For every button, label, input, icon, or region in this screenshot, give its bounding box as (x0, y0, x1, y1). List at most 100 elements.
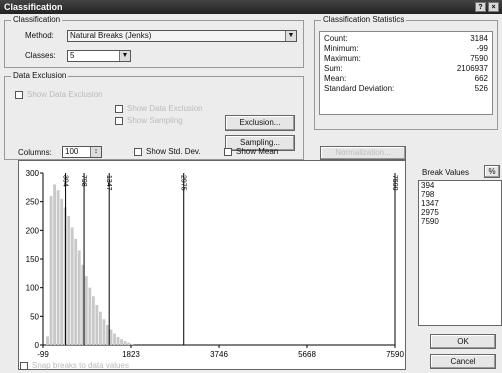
stat-value: 662 (474, 74, 488, 83)
help-button[interactable]: ? (475, 2, 486, 12)
x-tick-label: -99 (37, 350, 49, 359)
classification-group-label: Classification (11, 15, 63, 24)
break-values-label: Break Values (422, 168, 469, 177)
stat-name: Minimum: (324, 44, 359, 53)
option-a-checkbox[interactable] (115, 105, 123, 113)
x-tick-label: 1823 (122, 350, 140, 359)
break-line-label: 1347 (105, 175, 112, 191)
break-value-item[interactable]: 2975 (419, 208, 501, 217)
option-b-label: Show Sampling (127, 116, 183, 125)
break-line-label: 394 (62, 175, 69, 187)
title-bar: Classification ? × (0, 0, 502, 14)
stat-value: -99 (476, 44, 488, 53)
show-excluded-checkbox[interactable] (15, 91, 23, 99)
break-value-item[interactable]: 394 (419, 181, 501, 190)
chevron-down-icon[interactable]: ▼ (285, 31, 296, 41)
x-tick-label: 7590 (386, 350, 404, 359)
option-b-checkbox[interactable] (115, 117, 123, 125)
y-tick-label: 200 (26, 226, 40, 235)
y-tick-label: 100 (26, 284, 40, 293)
stat-value: 7590 (470, 54, 488, 63)
stat-name: Mean: (324, 74, 347, 83)
histogram-bar (56, 190, 60, 345)
stat-value: 2106937 (456, 64, 488, 73)
break-line-label: 2975 (180, 175, 187, 191)
histogram-bar (116, 336, 120, 345)
stat-name: Sum: (324, 64, 343, 73)
stat-name: Count: (324, 34, 348, 43)
break-value-item[interactable]: 798 (419, 190, 501, 199)
stat-name: Maximum: (324, 54, 361, 63)
histogram-bar (127, 342, 131, 345)
histogram-chart[interactable]: 0 50 100 150 200 250 300 -99 1823 3746 5668 7590 394… (18, 160, 406, 370)
histogram-bar (77, 250, 81, 345)
break-line-label: 798 (80, 175, 87, 187)
y-tick-label: 300 (26, 169, 40, 178)
classification-group: Classification Method: Natural Breaks (J… (4, 15, 304, 68)
snap-checkbox[interactable] (20, 362, 28, 370)
stat-value: 526 (474, 84, 488, 93)
chevron-down-icon[interactable]: ▼ (119, 51, 130, 61)
x-tick-label: 3746 (210, 350, 228, 359)
histogram-bar (106, 324, 109, 345)
percent-button[interactable]: % (484, 165, 500, 178)
cancel-button[interactable]: Cancel (430, 354, 496, 369)
y-tick-label: 250 (26, 198, 40, 207)
spinner-arrows-icon[interactable]: ↕ (90, 147, 101, 157)
histogram-bar (113, 333, 116, 345)
statistics-panel: Count: 3184 Minimum: -99 Maximum: 7590 S… (319, 31, 493, 115)
stat-value: 3184 (470, 34, 488, 43)
histogram-bar (60, 198, 64, 345)
histogram-bar (102, 319, 106, 345)
show-mean-checkbox[interactable] (224, 148, 232, 156)
histogram-bar (98, 311, 102, 345)
method-value: Natural Breaks (Jenks) (70, 31, 152, 40)
y-tick-label: 0 (35, 341, 40, 350)
histogram-svg: 0 50 100 150 200 250 300 -99 1823 3746 5668 7590 394… (26, 169, 405, 359)
histogram-bar (123, 340, 127, 345)
columns-spinner[interactable]: 100 ↕ (62, 146, 102, 158)
show-mean-label: Show Mean (236, 147, 279, 156)
method-label: Method: (25, 31, 54, 40)
break-values-list[interactable]: 394 798 1347 2975 7590 (418, 180, 502, 326)
columns-value: 100 (65, 147, 79, 156)
histogram-bar (53, 184, 56, 345)
y-tick-label: 150 (26, 255, 40, 264)
x-tick-label: 5668 (298, 350, 316, 359)
break-line-label: 7590 (391, 175, 398, 191)
option-a-label: Show Data Exclusion (127, 104, 203, 113)
histogram-bar (67, 216, 71, 345)
close-button[interactable]: × (488, 2, 499, 12)
statistics-group-label: Classification Statistics (321, 15, 407, 24)
show-excluded-label: Show Data Exclusion (27, 90, 103, 99)
classification-dialog: Classification ? × Classification Method… (0, 0, 502, 373)
classes-value: 5 (70, 51, 75, 60)
stat-row: Standard Deviation: 526 (320, 84, 492, 96)
ok-button[interactable]: OK (430, 334, 496, 349)
histogram-bar (46, 336, 49, 345)
histogram-bar (130, 343, 134, 345)
break-value-item[interactable]: 7590 (419, 217, 501, 226)
normalization-button[interactable]: Normalization... (320, 146, 406, 160)
histogram-bar (95, 304, 99, 345)
histogram-bar (91, 296, 95, 345)
statistics-group: Classification Statistics Count: 3184 Mi… (314, 15, 498, 130)
method-select[interactable]: Natural Breaks (Jenks) ▼ (67, 30, 297, 42)
histogram-bar (49, 195, 53, 345)
show-std-dev-label: Show Std. Dev. (146, 147, 201, 156)
histogram-bar (88, 287, 92, 345)
histogram-bar (109, 329, 113, 345)
data-exclusion-group-label: Data Exclusion (11, 71, 69, 80)
snap-label: Snap breaks to data values (32, 361, 129, 370)
exclusion-button[interactable]: Exclusion... (225, 115, 295, 131)
window-title: Classification (4, 2, 63, 12)
show-std-dev-checkbox[interactable] (134, 148, 142, 156)
histogram-bar (120, 339, 123, 345)
classes-select[interactable]: 5 ▼ (67, 50, 131, 62)
break-value-item[interactable]: 1347 (419, 199, 501, 208)
y-tick-label: 50 (30, 312, 39, 321)
histogram-bar (74, 238, 78, 345)
classes-label: Classes: (25, 51, 56, 60)
columns-label: Columns: (18, 148, 52, 157)
histogram-bar (84, 276, 88, 345)
